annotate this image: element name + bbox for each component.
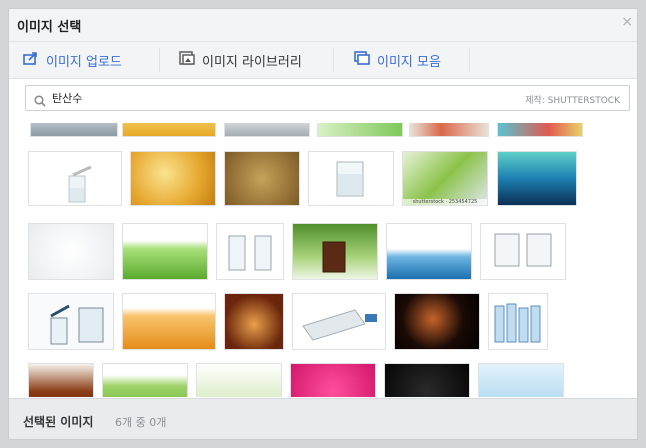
- library-icon: [179, 51, 195, 69]
- image-select-dialog: 이미지 선택 × 이미지 업로드 이미지 라이브러리 이미지 모음 탄산수 제작…: [8, 8, 638, 440]
- image-thumbnail[interactable]: [28, 151, 122, 206]
- selected-images-panel: 선택된 이미지 6개 중 0개: [9, 398, 637, 439]
- close-icon[interactable]: ×: [621, 14, 633, 30]
- tab-upload[interactable]: 이미지 업로드: [23, 42, 122, 78]
- image-thumbnail[interactable]: [292, 223, 378, 280]
- image-thumbnail[interactable]: [122, 123, 216, 137]
- image-thumbnail[interactable]: [384, 363, 470, 397]
- upload-icon: [23, 51, 39, 69]
- thumbnail-watermark: shutterstock · 253454725: [403, 199, 487, 205]
- image-thumbnail[interactable]: [122, 223, 208, 280]
- tab-library-label: 이미지 라이브러리: [202, 54, 302, 70]
- tab-collection[interactable]: 이미지 모음: [354, 42, 441, 78]
- image-gallery: shutterstock · 253454725: [9, 123, 637, 397]
- image-thumbnail[interactable]: [28, 223, 114, 280]
- search-box: 제작: SHUTTERSTOCK: [25, 85, 630, 111]
- selected-images-label: 선택된 이미지: [23, 415, 94, 429]
- source-tabs: 이미지 업로드 이미지 라이브러리 이미지 모음: [9, 42, 637, 79]
- image-thumbnail[interactable]: [409, 123, 489, 137]
- image-thumbnail[interactable]: [224, 151, 300, 206]
- image-thumbnail[interactable]: [386, 223, 472, 280]
- image-thumbnail[interactable]: shutterstock · 253454725: [402, 151, 488, 206]
- tab-collection-label: 이미지 모음: [377, 54, 441, 70]
- search-icon: [34, 92, 46, 111]
- image-thumbnail[interactable]: [290, 363, 376, 397]
- image-thumbnail[interactable]: [394, 293, 480, 350]
- dialog-title: 이미지 선택: [17, 20, 82, 35]
- image-thumbnail[interactable]: [30, 123, 118, 137]
- tab-upload-label: 이미지 업로드: [46, 54, 122, 70]
- image-thumbnail[interactable]: [196, 363, 282, 397]
- image-thumbnail[interactable]: [308, 151, 394, 206]
- image-thumbnail[interactable]: [130, 151, 216, 206]
- image-thumbnail[interactable]: [216, 223, 284, 280]
- image-thumbnail[interactable]: [497, 151, 577, 206]
- search-area: 제작: SHUTTERSTOCK: [9, 79, 637, 123]
- image-thumbnail[interactable]: [317, 123, 403, 137]
- image-thumbnail[interactable]: [292, 293, 386, 350]
- image-thumbnail[interactable]: [488, 293, 548, 350]
- image-thumbnail[interactable]: [478, 363, 564, 397]
- search-input[interactable]: [52, 89, 492, 107]
- image-thumbnail[interactable]: [102, 363, 188, 397]
- image-thumbnail[interactable]: [28, 293, 114, 350]
- selected-images-count: 6개 중 0개: [115, 416, 167, 429]
- image-thumbnail[interactable]: [497, 123, 583, 137]
- provider-credit: 제작: SHUTTERSTOCK: [525, 96, 620, 106]
- image-thumbnail[interactable]: [224, 293, 284, 350]
- collection-icon: [354, 51, 370, 69]
- image-thumbnail[interactable]: [480, 223, 566, 280]
- dialog-titlebar: 이미지 선택 ×: [9, 9, 637, 42]
- image-thumbnail[interactable]: [224, 123, 310, 137]
- tab-library[interactable]: 이미지 라이브러리: [179, 42, 302, 78]
- image-thumbnail[interactable]: [28, 363, 94, 397]
- image-thumbnail[interactable]: [122, 293, 216, 350]
